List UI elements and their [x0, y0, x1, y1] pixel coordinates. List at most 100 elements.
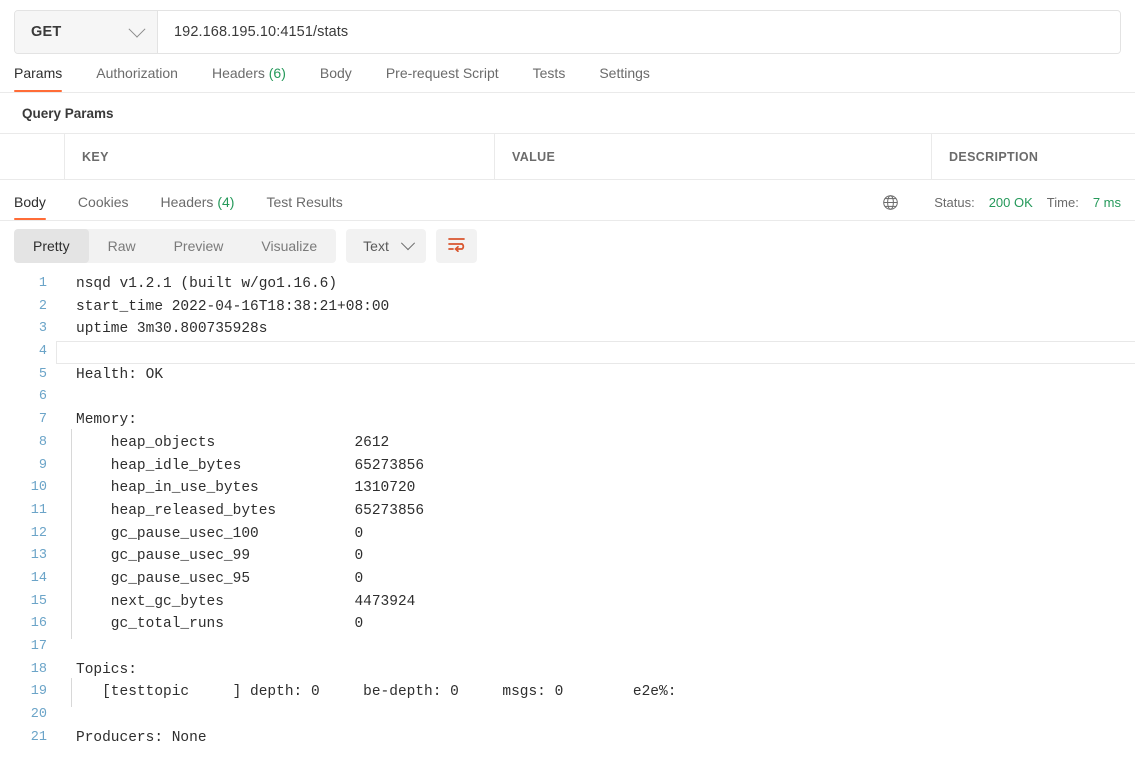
code-line: 20 — [0, 704, 1135, 727]
response-tab-cookies[interactable]: Cookies — [78, 194, 129, 220]
wrap-text-button[interactable] — [435, 229, 477, 263]
chevron-down-icon — [400, 236, 415, 251]
code-line: 7 Memory: — [0, 409, 1135, 432]
http-method-select[interactable]: GET — [15, 11, 158, 53]
code-line: 16 gc_total_runs 0 — [0, 610, 1135, 639]
code-line: 17 — [0, 636, 1135, 659]
format-tab-preview[interactable]: Preview — [155, 229, 243, 263]
code-line-text: Producers: None — [76, 729, 207, 746]
response-tab-headers-count: (4) — [217, 194, 235, 210]
code-line-text: nsqd v1.2.1 (built w/go1.16.6) — [76, 276, 338, 292]
code-line: 18 Topics: — [0, 659, 1135, 682]
tab-pre-request-script-label: Pre-request Script — [385, 65, 499, 81]
code-line: 3 uptime 3m30.800735928s — [0, 318, 1135, 341]
language-dropdown[interactable]: Text — [346, 229, 426, 263]
code-line: 9 heap_idle_bytes 65273856 — [0, 451, 1135, 480]
response-tab-body[interactable]: Body — [14, 194, 46, 220]
language-dropdown-label: Text — [363, 238, 389, 254]
http-method-label: GET — [31, 24, 62, 40]
tab-tests-label: Tests — [532, 65, 566, 81]
response-meta: Status: 200 OK Time: 7 ms — [882, 194, 1121, 220]
line-number: 10 — [30, 480, 47, 496]
line-number: 16 — [30, 616, 47, 632]
tab-tests[interactable]: Tests — [533, 65, 566, 92]
column-header-value: VALUE — [495, 134, 932, 179]
tab-pre-request-script[interactable]: Pre-request Script — [386, 65, 499, 92]
time-value: 7 ms — [1092, 195, 1121, 210]
line-number: 20 — [30, 707, 47, 723]
format-tab-visualize[interactable]: Visualize — [242, 229, 336, 263]
query-params-table-header: KEY VALUE DESCRIPTION — [0, 134, 1135, 180]
url-input[interactable]: 192.168.195.10:4151/stats — [158, 11, 1120, 53]
tab-body-label: Body — [319, 65, 352, 81]
tab-body[interactable]: Body — [320, 65, 352, 92]
code-line: 10 heap_in_use_bytes 1310720 — [0, 474, 1135, 503]
code-line: 11 heap_released_bytes 65273856 — [0, 496, 1135, 526]
code-line: 2 start_time 2022-04-16T18:38:21+08:00 — [0, 296, 1135, 319]
tab-settings-label: Settings — [599, 65, 650, 81]
code-line-text: gc_pause_usec_95 0 — [56, 564, 1135, 594]
code-line: 15 next_gc_bytes 4473924 — [0, 587, 1135, 616]
format-tab-pretty[interactable]: Pretty — [14, 229, 89, 263]
tab-authorization-label: Authorization — [96, 65, 178, 81]
code-line-text: uptime 3m30.800735928s — [76, 321, 268, 338]
code-line: 1 nsqd v1.2.1 (built w/go1.16.6) — [0, 273, 1135, 296]
url-row: GET 192.168.195.10:4151/stats — [14, 10, 1121, 54]
line-number: 11 — [30, 502, 47, 518]
status-badge[interactable]: 200 OK — [989, 195, 1033, 210]
wrap-text-icon — [447, 236, 466, 257]
code-line-text — [56, 341, 1135, 364]
response-tab-cookies-label: Cookies — [77, 194, 129, 210]
code-line-text: heap_released_bytes 65273856 — [56, 496, 1135, 526]
line-number: 6 — [38, 389, 47, 405]
response-tabs-row: Body Cookies Headers (4) Test Results St… — [0, 180, 1135, 221]
line-number: 17 — [30, 639, 47, 654]
status-label: Status: — [934, 195, 975, 210]
column-header-description: DESCRIPTION — [949, 149, 1039, 164]
code-line-text: gc_pause_usec_99 0 — [56, 542, 1135, 571]
tab-settings[interactable]: Settings — [599, 65, 650, 92]
response-body-viewer[interactable]: 1 nsqd v1.2.1 (built w/go1.16.6) 2 start_ti… — [0, 269, 1135, 747]
code-line-text: heap_in_use_bytes 1310720 — [56, 474, 1135, 503]
code-line: 4 — [0, 341, 1135, 364]
tab-headers-label: Headers — [211, 65, 265, 81]
column-header-key: KEY — [65, 134, 495, 179]
line-number: 15 — [30, 593, 47, 609]
line-number: 3 — [38, 321, 47, 337]
line-number: 12 — [30, 525, 47, 541]
line-number: 2 — [38, 298, 47, 314]
code-line-text: heap_objects 2612 — [56, 428, 1135, 458]
response-tab-headers-label: Headers — [160, 194, 214, 210]
format-segmented-control: Pretty Raw Preview Visualize — [14, 229, 337, 263]
tab-authorization[interactable]: Authorization — [96, 65, 178, 92]
line-number: 21 — [30, 729, 47, 745]
tab-headers[interactable]: Headers (6) — [212, 65, 286, 92]
query-params-checkbox-gutter — [0, 134, 65, 179]
code-line: 19 [testtopic ] depth: 0 be-depth: 0 msg… — [0, 678, 1135, 707]
line-number: 1 — [38, 276, 47, 291]
tab-params[interactable]: Params — [14, 65, 63, 92]
code-line-text: start_time 2022-04-16T18:38:21+08:00 — [76, 298, 390, 315]
tab-params-label: Params — [14, 65, 63, 81]
code-line-text: heap_idle_bytes 65273856 — [56, 451, 1135, 480]
format-tab-raw[interactable]: Raw — [89, 229, 155, 263]
code-line-text: gc_total_runs 0 — [56, 610, 1135, 639]
code-line-text: next_gc_bytes 4473924 — [56, 587, 1135, 616]
response-tabs: Body Cookies Headers (4) Test Results — [14, 194, 375, 220]
response-tab-test-results[interactable]: Test Results — [266, 194, 342, 220]
line-number: 14 — [30, 570, 47, 586]
code-line: 14 gc_pause_usec_95 0 — [0, 564, 1135, 594]
code-line-text: Memory: — [76, 412, 137, 429]
line-number: 19 — [30, 684, 47, 700]
response-tab-headers[interactable]: Headers (4) — [161, 194, 235, 220]
code-line-text: gc_pause_usec_100 0 — [56, 519, 1135, 548]
line-number: 4 — [38, 344, 47, 360]
code-line-text: [testtopic ] depth: 0 be-depth: 0 msgs: … — [56, 678, 1135, 707]
code-line-text: Topics: — [76, 661, 137, 678]
line-number: 18 — [30, 661, 47, 677]
tab-headers-count: (6) — [268, 65, 286, 81]
request-bar: GET 192.168.195.10:4151/stats — [0, 0, 1135, 54]
format-toolbar: Pretty Raw Preview Visualize Text — [0, 221, 1135, 269]
code-line: 5 Health: OK — [0, 364, 1135, 387]
globe-icon[interactable] — [882, 194, 899, 211]
